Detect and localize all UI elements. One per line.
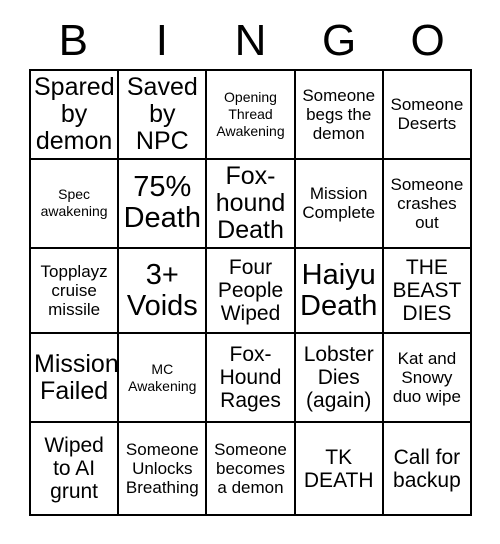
bingo-row: Mission Failed MC Awakening Fox- Hound R… [31,333,473,424]
bingo-cell-label: Fox- Hound Rages [219,343,282,413]
bingo-cell[interactable]: Someone Deserts [383,71,473,160]
header-letter-b: B [58,15,88,65]
bingo-cell[interactable]: Someone begs the demon [295,71,384,160]
bingo-cell[interactable]: Mission Failed [31,333,120,424]
bingo-cell-label: Lobster Dies (again) [303,343,374,413]
bingo-cell[interactable]: Kat and Snowy duo wipe [383,333,473,424]
bingo-row: Wiped to AI grunt Someone Unlocks Breath… [31,423,473,516]
bingo-cell-label: Haiyu Death [300,258,378,322]
bingo-cell-label: MC Awakening [128,360,197,394]
bingo-row: Spec awakening 75% Death Fox- hound Deat… [31,159,473,250]
bingo-cell-label: 3+ Voids [126,258,198,322]
bingo-cell[interactable]: Mission Complete [295,159,384,250]
bingo-cell[interactable]: Lobster Dies (again) [295,333,384,424]
bingo-cell[interactable]: Wiped to AI grunt [31,423,120,516]
bingo-cell-label: 75% Death [123,171,201,235]
bingo-cell[interactable]: Haiyu Death [295,249,384,334]
bingo-header: B I N G O [29,12,472,69]
bingo-cell-label: Mission Complete [302,184,376,223]
bingo-row: Spared by demon Saved by NPC Opening Thr… [31,71,473,160]
bingo-cell[interactable]: Someone crashes out [383,159,473,250]
bingo-cell[interactable]: Someone becomes a demon [207,423,296,516]
bingo-cell-label: Call for backup [393,445,461,492]
bingo-cell-label: Someone begs the demon [302,85,376,143]
header-letter-n: N [234,15,267,65]
bingo-cell[interactable]: Saved by NPC [119,71,208,160]
bingo-cell-label: Kat and Snowy duo wipe [392,349,461,407]
bingo-cell[interactable]: Fox- Hound Rages [207,333,296,424]
bingo-cell[interactable]: Opening Thread Awakening [207,71,296,160]
bingo-cell-label: Someone becomes a demon [214,440,287,498]
bingo-cell[interactable]: THE BEAST DIES [383,249,473,334]
bingo-cell[interactable]: Fox- hound Death [207,159,296,250]
bingo-cell-label: Someone crashes out [390,174,464,232]
bingo-cell[interactable]: 75% Death [119,159,208,250]
bingo-cell[interactable]: Four People Wiped [207,249,296,334]
bingo-cell-label: Wiped to AI grunt [44,434,104,504]
bingo-cell-label: Mission Failed [34,349,119,405]
bingo-cell[interactable]: MC Awakening [119,333,208,424]
bingo-cell[interactable]: Topplayz cruise missile [31,249,120,334]
bingo-cell-label: Someone Unlocks Breathing [125,440,199,498]
bingo-cell-label: Someone Deserts [390,95,464,134]
bingo-cell-label: Spec awakening [40,186,108,220]
bingo-cell-label: Four People Wiped [217,256,284,326]
bingo-cell[interactable]: 3+ Voids [119,249,208,334]
bingo-cell-label: Topplayz cruise missile [40,262,108,320]
bingo-cell-label: THE BEAST DIES [392,256,462,326]
bingo-cell[interactable]: Call for backup [383,423,473,516]
bingo-card: B I N G O Spared by demon Saved by NPC O… [0,0,500,544]
bingo-cell[interactable]: Someone Unlocks Breathing [119,423,208,516]
bingo-cell-label: Spared by demon [34,72,115,155]
bingo-cell[interactable]: Spec awakening [31,159,120,250]
bingo-row: Topplayz cruise missile 3+ Voids Four Pe… [31,249,473,334]
bingo-cell[interactable]: Spared by demon [31,71,120,160]
bingo-cell-label: Opening Thread Awakening [216,88,285,139]
bingo-cell[interactable]: TK DEATH [295,423,384,516]
header-letter-o: O [410,15,445,65]
bingo-grid: Spared by demon Saved by NPC Opening Thr… [29,69,473,516]
bingo-cell-label: TK DEATH [303,445,374,492]
bingo-cell-label: Saved by NPC [126,72,198,155]
bingo-cell-label: Fox- hound Death [215,161,286,244]
header-letter-g: G [321,15,357,65]
header-letter-i: I [155,15,168,65]
